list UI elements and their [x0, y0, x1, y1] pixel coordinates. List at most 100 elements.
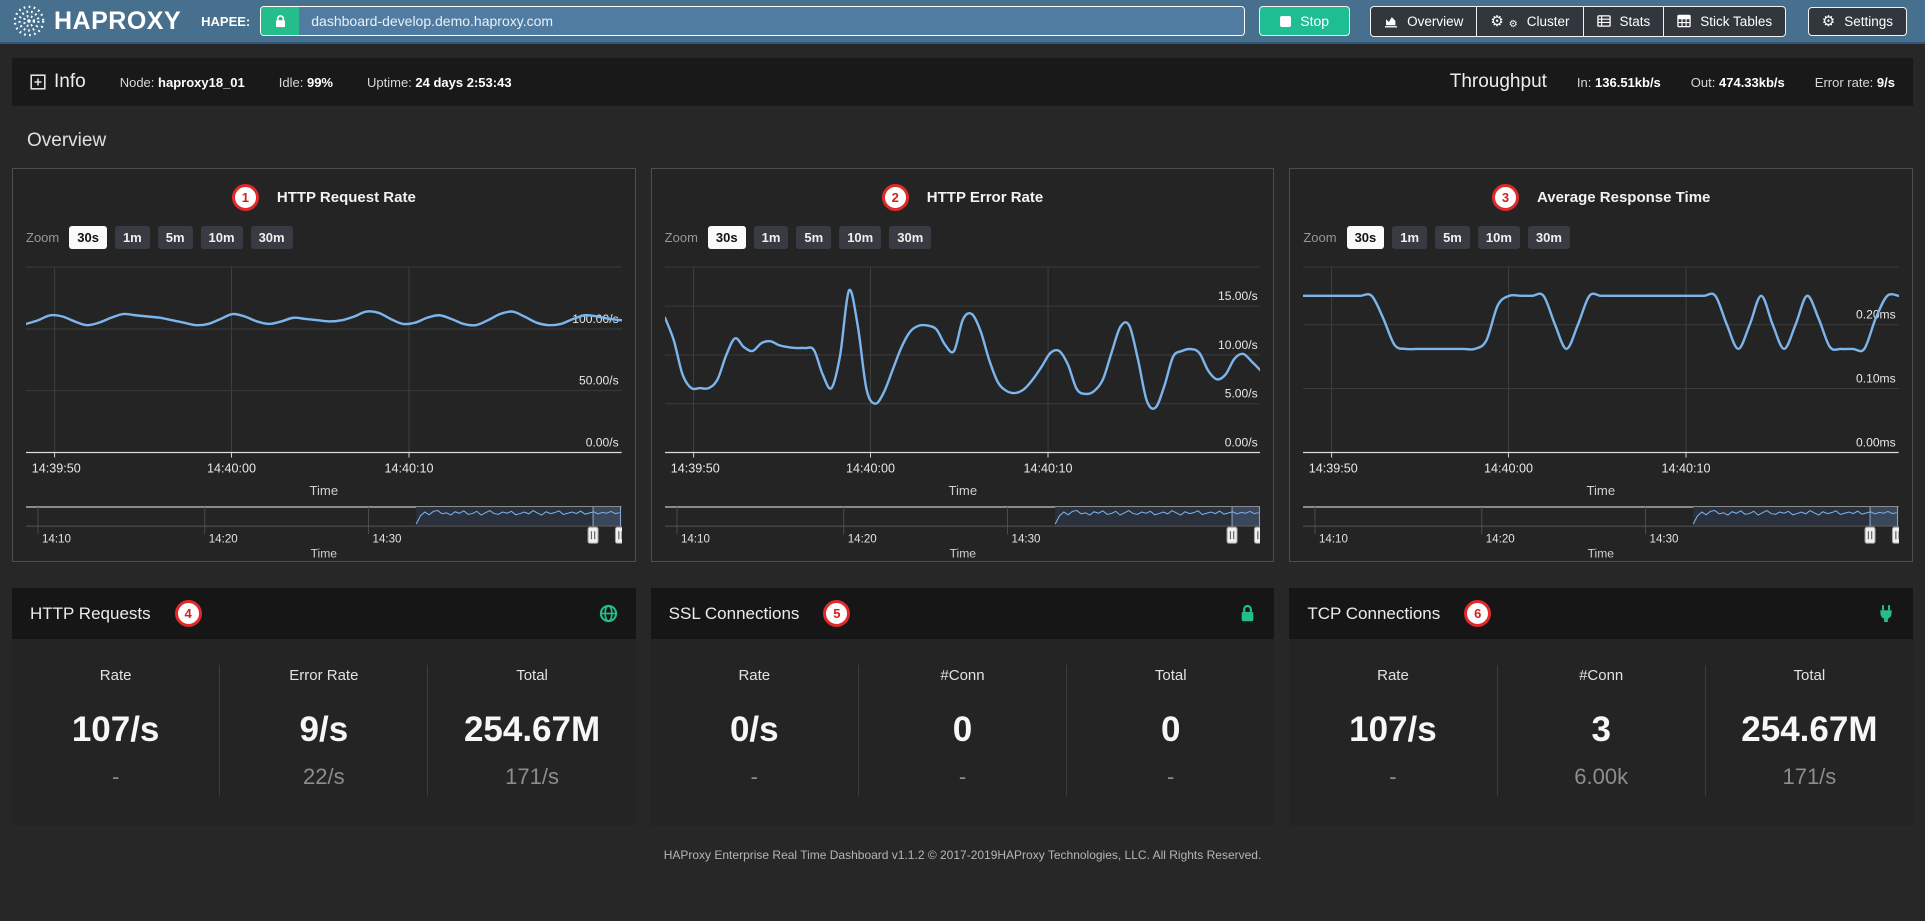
- throughput-title: Throughput: [1450, 71, 1547, 93]
- zoom-30m-button[interactable]: 30m: [889, 226, 931, 249]
- card-header: TCP Connections 6: [1289, 588, 1913, 639]
- stats-button[interactable]: Stats: [1583, 6, 1664, 37]
- zoom-10m-button[interactable]: 10m: [201, 226, 243, 249]
- svg-text:15.00/s: 15.00/s: [1218, 289, 1258, 303]
- stat-col: #Conn 3 6.00k: [1497, 665, 1705, 796]
- card-body: Rate 107/s - Error Rate 9/s 22/s Total 2…: [12, 639, 636, 826]
- zoom-30m-button[interactable]: 30m: [1528, 226, 1570, 249]
- card-header: HTTP Requests 4: [12, 588, 636, 639]
- zoom-30m-button[interactable]: 30m: [251, 226, 293, 249]
- overview-button[interactable]: Overview: [1370, 6, 1476, 37]
- step-badge: 3: [1492, 184, 1519, 211]
- svg-text:14:40:00: 14:40:00: [207, 462, 256, 476]
- zoom-label: Zoom: [1303, 230, 1336, 245]
- svg-text:14:10: 14:10: [42, 533, 71, 545]
- svg-text:14:10: 14:10: [1319, 533, 1348, 545]
- zoom-1m-button[interactable]: 1m: [1392, 226, 1427, 249]
- footer-copyright: HAProxy Enterprise Real Time Dashboard v…: [0, 826, 1925, 874]
- svg-text:Time: Time: [311, 546, 338, 560]
- zoom-controls: Zoom 30s1m5m10m30m: [665, 226, 1261, 249]
- zoom-1m-button[interactable]: 1m: [115, 226, 150, 249]
- svg-text:14:40:00: 14:40:00: [846, 462, 895, 476]
- navigator-handle[interactable]: [1893, 527, 1899, 543]
- navigator-handle[interactable]: [615, 527, 621, 543]
- zoom-5m-button[interactable]: 5m: [158, 226, 193, 249]
- error-rate-info: Error rate: 9/s: [1815, 75, 1895, 90]
- zoom-5m-button[interactable]: 5m: [796, 226, 831, 249]
- navigator-handle[interactable]: [588, 527, 598, 543]
- zoom-30s-button[interactable]: 30s: [1347, 226, 1385, 249]
- lock-button[interactable]: [261, 7, 299, 35]
- stop-button[interactable]: Stop: [1259, 6, 1350, 36]
- step-badge: 4: [175, 600, 202, 627]
- table-list-icon: [1597, 14, 1611, 28]
- chart-panel-http-request-rate: 1 HTTP Request Rate Zoom 30s1m5m10m30m 0…: [12, 168, 636, 562]
- stat-col: Total 0 -: [1066, 665, 1274, 796]
- stat-col: Error Rate 9/s 22/s: [219, 665, 427, 796]
- gears-icon: ⚙: [1490, 14, 1503, 29]
- haproxy-logo[interactable]: HAPROXY: [12, 4, 181, 38]
- zoom-5m-button[interactable]: 5m: [1435, 226, 1470, 249]
- idle-info: Idle: 99%: [279, 75, 333, 90]
- brand-text: HAPROXY: [54, 7, 181, 36]
- card-header: SSL Connections 5: [651, 588, 1275, 639]
- expand-icon: [30, 74, 46, 90]
- top-navbar: HAPROXY HAPEE: Stop Overview ⚙⚙ Cluster: [0, 0, 1925, 44]
- zoom-10m-button[interactable]: 10m: [839, 226, 881, 249]
- step-badge: 6: [1464, 600, 1491, 627]
- throughput-out: Out: 474.33kb/s: [1691, 75, 1785, 90]
- svg-text:14:20: 14:20: [209, 533, 238, 545]
- svg-text:14:30: 14:30: [373, 533, 402, 545]
- stat-col: Rate 107/s -: [12, 665, 219, 796]
- svg-text:14:39:50: 14:39:50: [1309, 462, 1358, 476]
- stat-col: Total 254.67M 171/s: [427, 665, 635, 796]
- svg-text:14:39:50: 14:39:50: [670, 462, 719, 476]
- section-title: Overview: [27, 130, 1913, 152]
- chart-header: 3 Average Response Time: [1303, 184, 1899, 211]
- card-ssl-connections: SSL Connections 5 Rate 0/s - #Conn 0 -: [651, 588, 1275, 826]
- svg-text:Time: Time: [948, 483, 977, 498]
- info-bar: Info Node: haproxy18_01 Idle: 99% Uptime…: [12, 58, 1913, 106]
- uptime-info: Uptime: 24 days 2:53:43: [367, 75, 512, 90]
- zoom-controls: Zoom 30s 1m 5m 10m 30m: [1303, 226, 1899, 249]
- navigator-handle[interactable]: [1254, 527, 1260, 543]
- zoom-30s-button[interactable]: 30s: [69, 226, 107, 249]
- chart-navigator[interactable]: 14:1014:2014:30Time: [1303, 505, 1899, 561]
- svg-text:0.10ms: 0.10ms: [1856, 372, 1896, 386]
- line-chart: 0.00/s50.00/s100.00/s14:39:5014:40:0014:…: [26, 261, 622, 501]
- zoom-30s-button[interactable]: 30s: [708, 226, 746, 249]
- svg-text:50.00/s: 50.00/s: [579, 374, 619, 388]
- line-chart: 0.00ms0.10ms0.20ms14:39:5014:40:0014:40:…: [1303, 261, 1899, 501]
- chart-navigator[interactable]: 14:10 14:20 14:30 Time: [26, 505, 622, 561]
- svg-text:10.00/s: 10.00/s: [1218, 338, 1258, 352]
- svg-text:Time: Time: [949, 546, 976, 560]
- zoom-1m-button[interactable]: 1m: [754, 226, 789, 249]
- url-input[interactable]: [299, 7, 1244, 35]
- info-toggle[interactable]: Info: [30, 71, 86, 93]
- stat-col: #Conn 0 -: [858, 665, 1066, 796]
- cluster-button[interactable]: ⚙⚙ Cluster: [1476, 6, 1582, 37]
- stick-tables-button[interactable]: Stick Tables: [1663, 6, 1786, 37]
- navigator-handle[interactable]: [1865, 527, 1875, 543]
- step-badge: 2: [882, 184, 909, 211]
- chart-title: HTTP Error Rate: [927, 189, 1043, 206]
- stop-icon: [1280, 16, 1291, 27]
- chart-header: 1 HTTP Request Rate: [26, 184, 622, 211]
- stat-col: Rate 107/s -: [1289, 665, 1496, 796]
- svg-text:14:40:00: 14:40:00: [1484, 462, 1533, 476]
- chart-icon: [1384, 14, 1398, 28]
- step-badge: 1: [232, 184, 259, 211]
- haproxy-sphere-icon: [12, 4, 46, 38]
- svg-text:0.00/s: 0.00/s: [1224, 435, 1257, 449]
- card-body: Rate 0/s - #Conn 0 - Total 0 -: [651, 639, 1275, 826]
- svg-text:14:30: 14:30: [1650, 533, 1679, 545]
- zoom-10m-button[interactable]: 10m: [1478, 226, 1520, 249]
- chart-navigator[interactable]: 14:1014:2014:30Time: [665, 505, 1261, 561]
- step-badge: 5: [823, 600, 850, 627]
- svg-text:Time: Time: [1587, 483, 1616, 498]
- navigator-handle[interactable]: [1227, 527, 1237, 543]
- charts-row: 1 HTTP Request Rate Zoom 30s 1m 5m 10m 30m 0…: [12, 168, 1913, 562]
- card-tcp-connections: TCP Connections 6 Rate 107/s - #Conn 3 6…: [1289, 588, 1913, 826]
- address-bar: [260, 6, 1245, 36]
- settings-button[interactable]: ⚙ Settings: [1808, 7, 1907, 36]
